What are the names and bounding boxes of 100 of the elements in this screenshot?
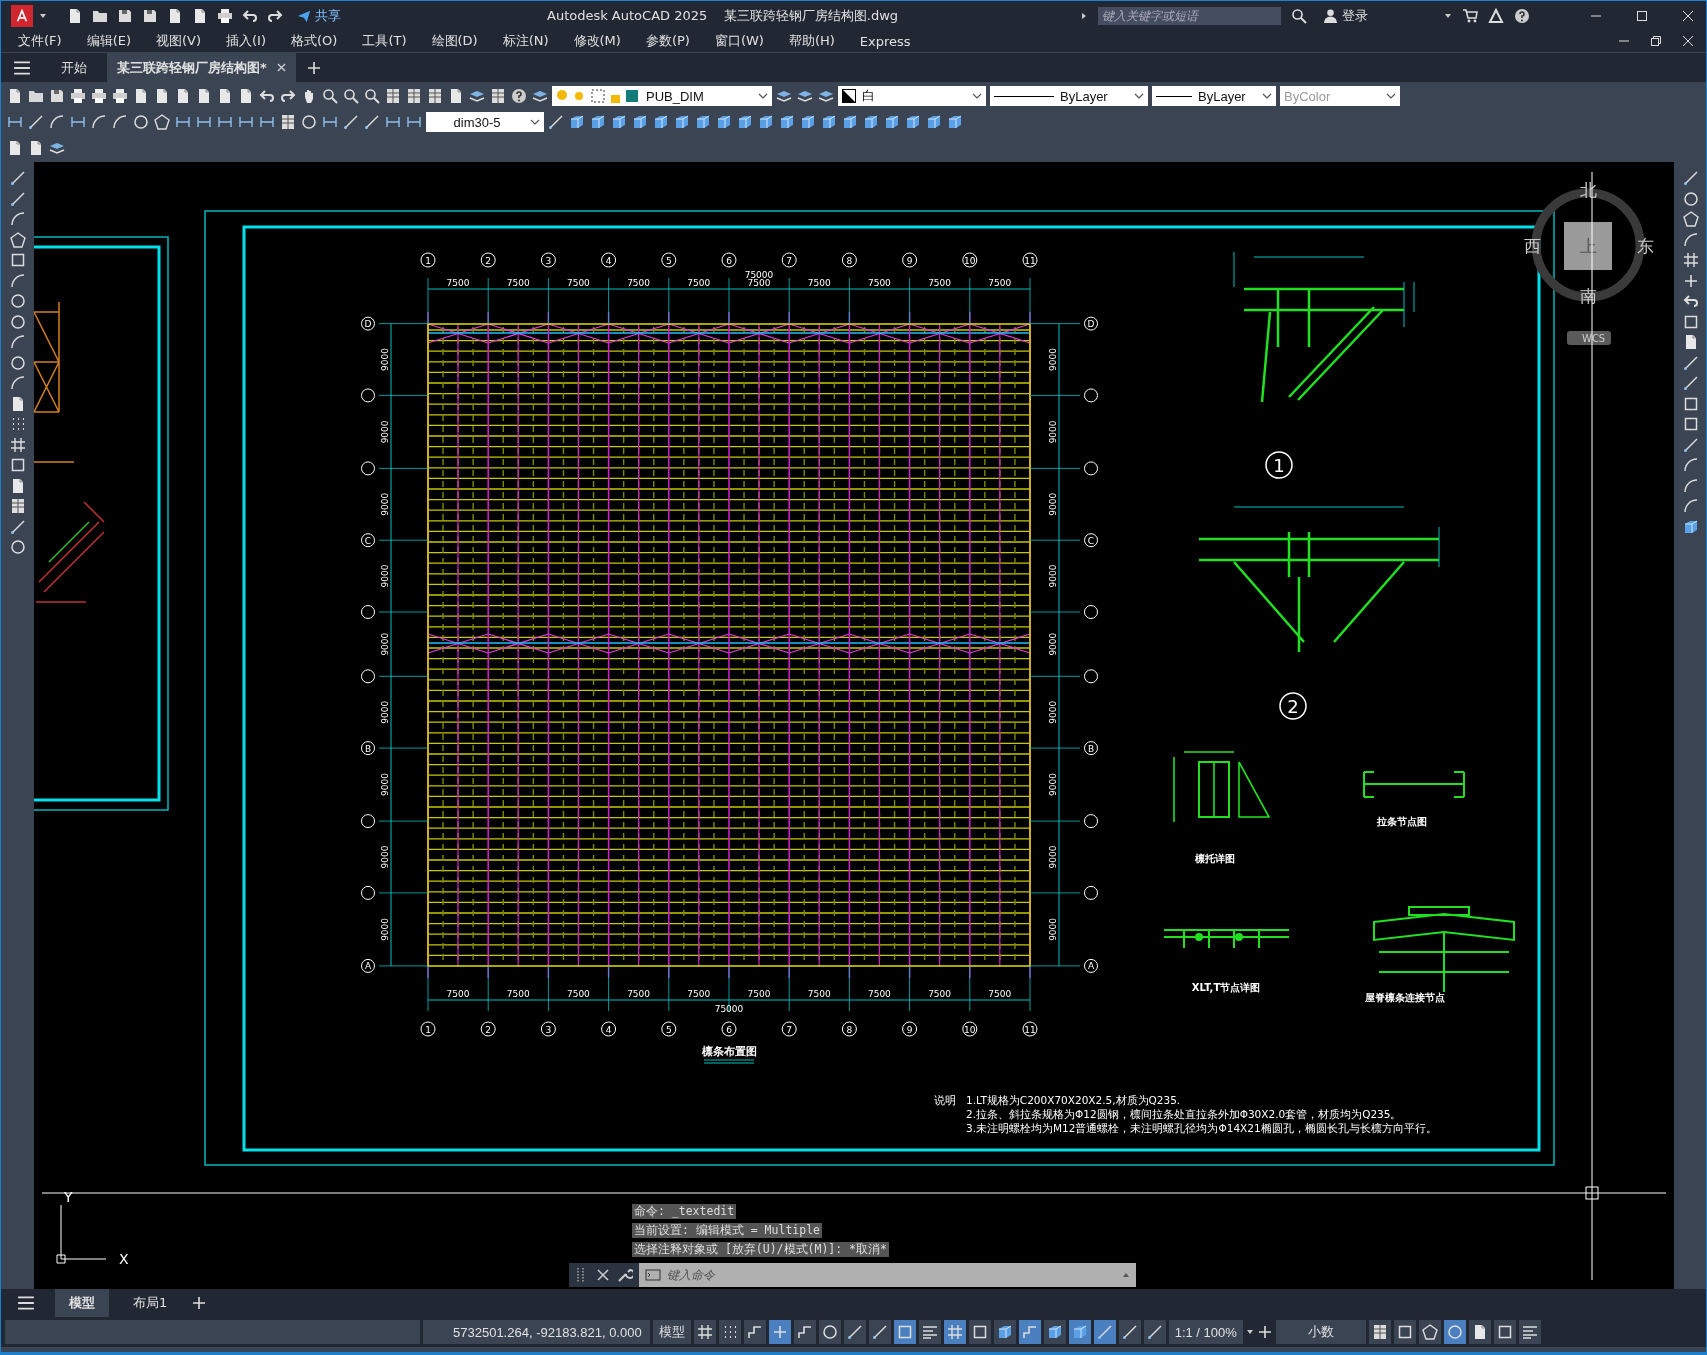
layout-tab[interactable]: 模型 xyxy=(55,1289,109,1317)
annotation-scale-button[interactable]: 1:1 / 100% xyxy=(1168,1320,1243,1344)
circle-icon[interactable] xyxy=(301,114,317,130)
printer-icon[interactable] xyxy=(70,88,86,104)
polygon-icon[interactable] xyxy=(9,231,26,248)
cart-icon[interactable] xyxy=(1462,7,1478,24)
dimension-icon[interactable] xyxy=(259,114,275,130)
expand-arrow-icon[interactable] xyxy=(1080,11,1088,20)
model-space-button[interactable]: 模型 xyxy=(652,1320,691,1344)
document-tab[interactable]: 某三联跨轻钢厂房结构图* xyxy=(107,53,296,82)
line-tool-icon[interactable] xyxy=(548,114,564,130)
coordinates-readout[interactable]: 5732501.264, -92183.821, 0.000 xyxy=(423,1320,650,1344)
undo-icon[interactable] xyxy=(242,7,258,24)
plus-icon[interactable] xyxy=(1256,1324,1273,1340)
grid-icon[interactable] xyxy=(696,1324,713,1340)
layers-icon[interactable] xyxy=(797,88,813,104)
dimension-icon[interactable] xyxy=(322,114,338,130)
arc-icon[interactable] xyxy=(112,114,128,130)
dimension-icon[interactable] xyxy=(238,114,254,130)
arc-icon[interactable] xyxy=(9,375,26,391)
menu-item[interactable]: 参数(P) xyxy=(645,32,690,50)
lineweight-dropdown[interactable]: ByLayer xyxy=(1152,86,1276,106)
dimension-icon[interactable] xyxy=(175,114,191,130)
circle-icon[interactable] xyxy=(1446,1324,1463,1340)
menu-icon[interactable] xyxy=(17,1294,35,1312)
plus-icon[interactable] xyxy=(1682,272,1699,289)
arc-icon[interactable] xyxy=(1682,498,1699,514)
square-icon[interactable] xyxy=(896,1324,913,1340)
layer-dropdown[interactable]: PUB_DIM xyxy=(552,86,772,106)
help-icon[interactable] xyxy=(511,88,527,104)
undo-icon[interactable] xyxy=(259,88,275,104)
arc-icon[interactable] xyxy=(49,114,65,130)
zoom-icon[interactable] xyxy=(364,88,380,104)
line-tool-icon[interactable] xyxy=(1682,354,1699,371)
menu-item[interactable]: 帮助(H) xyxy=(788,32,835,50)
cube-icon[interactable] xyxy=(1682,518,1699,535)
cube-icon[interactable] xyxy=(758,114,774,130)
folder-icon[interactable] xyxy=(28,88,44,104)
restore-icon[interactable] xyxy=(1650,35,1662,47)
cube-icon[interactable] xyxy=(996,1324,1013,1340)
table-icon[interactable] xyxy=(280,114,296,130)
document-icon[interactable] xyxy=(448,88,464,104)
line-tool-icon[interactable] xyxy=(846,1324,863,1340)
table-icon[interactable] xyxy=(490,88,506,104)
menu-item[interactable]: 视图(V) xyxy=(156,32,202,50)
caret-icon[interactable] xyxy=(1245,1328,1254,1336)
polygon-icon[interactable] xyxy=(1682,211,1699,227)
square-icon[interactable] xyxy=(1682,416,1699,432)
zoom-icon[interactable] xyxy=(1291,7,1307,24)
line-tool-icon[interactable] xyxy=(1682,170,1699,186)
printer-icon[interactable] xyxy=(112,88,128,104)
arc-icon[interactable] xyxy=(9,334,26,350)
search-field[interactable]: 键入关键字或短语 xyxy=(1098,6,1281,25)
arc-icon[interactable] xyxy=(91,114,107,130)
polygon-icon[interactable] xyxy=(154,114,170,130)
document-icon[interactable] xyxy=(217,88,233,104)
document-icon[interactable] xyxy=(7,140,23,156)
cube-icon[interactable] xyxy=(779,114,795,130)
document-tab[interactable]: 开始 xyxy=(51,53,97,82)
line-tool-icon[interactable] xyxy=(1096,1324,1113,1340)
line-tool-icon[interactable] xyxy=(9,518,26,535)
share-button[interactable]: 共享 xyxy=(297,6,341,25)
zoom-icon[interactable] xyxy=(343,88,359,104)
caret-icon[interactable] xyxy=(1444,11,1452,20)
square-icon[interactable] xyxy=(1396,1324,1413,1340)
grid-icon[interactable] xyxy=(1682,252,1699,268)
dimension-icon[interactable] xyxy=(70,114,86,130)
cube-icon[interactable] xyxy=(590,114,606,130)
document-icon[interactable] xyxy=(238,88,254,104)
menu-item[interactable]: 格式(O) xyxy=(291,32,338,50)
app-logo-icon[interactable] xyxy=(11,4,33,27)
document-icon[interactable] xyxy=(196,88,212,104)
menu-item[interactable]: 编辑(E) xyxy=(86,32,131,50)
layers-icon[interactable] xyxy=(776,88,792,104)
menu-item[interactable]: 绘图(D) xyxy=(431,32,478,50)
square-icon[interactable] xyxy=(1496,1324,1513,1340)
history-arrow-icon[interactable] xyxy=(1122,1271,1130,1279)
redo-icon[interactable] xyxy=(280,88,296,104)
circle-icon[interactable] xyxy=(9,313,26,330)
table-icon[interactable] xyxy=(9,498,26,514)
line-tool-icon[interactable] xyxy=(1121,1324,1138,1340)
layers-icon[interactable] xyxy=(49,140,65,156)
cube-icon[interactable] xyxy=(905,114,921,130)
cube-icon[interactable] xyxy=(737,114,753,130)
layers-icon[interactable] xyxy=(469,88,485,104)
arc-icon[interactable] xyxy=(1682,231,1699,248)
lineweight-icon[interactable] xyxy=(921,1324,938,1340)
printer-icon[interactable] xyxy=(91,88,107,104)
compass-label[interactable]: 东 xyxy=(1636,236,1654,256)
document-icon[interactable] xyxy=(28,140,44,156)
close-icon[interactable] xyxy=(1682,35,1694,47)
table-icon[interactable] xyxy=(427,88,443,104)
polygon-icon[interactable] xyxy=(1421,1324,1438,1340)
help-icon[interactable] xyxy=(1514,7,1530,24)
grid-icon[interactable] xyxy=(9,436,26,453)
printer-icon[interactable] xyxy=(217,7,233,24)
step-icon[interactable] xyxy=(746,1324,763,1340)
cube-icon[interactable] xyxy=(947,114,963,130)
circle-icon[interactable] xyxy=(9,539,26,555)
document-icon[interactable] xyxy=(7,88,23,104)
